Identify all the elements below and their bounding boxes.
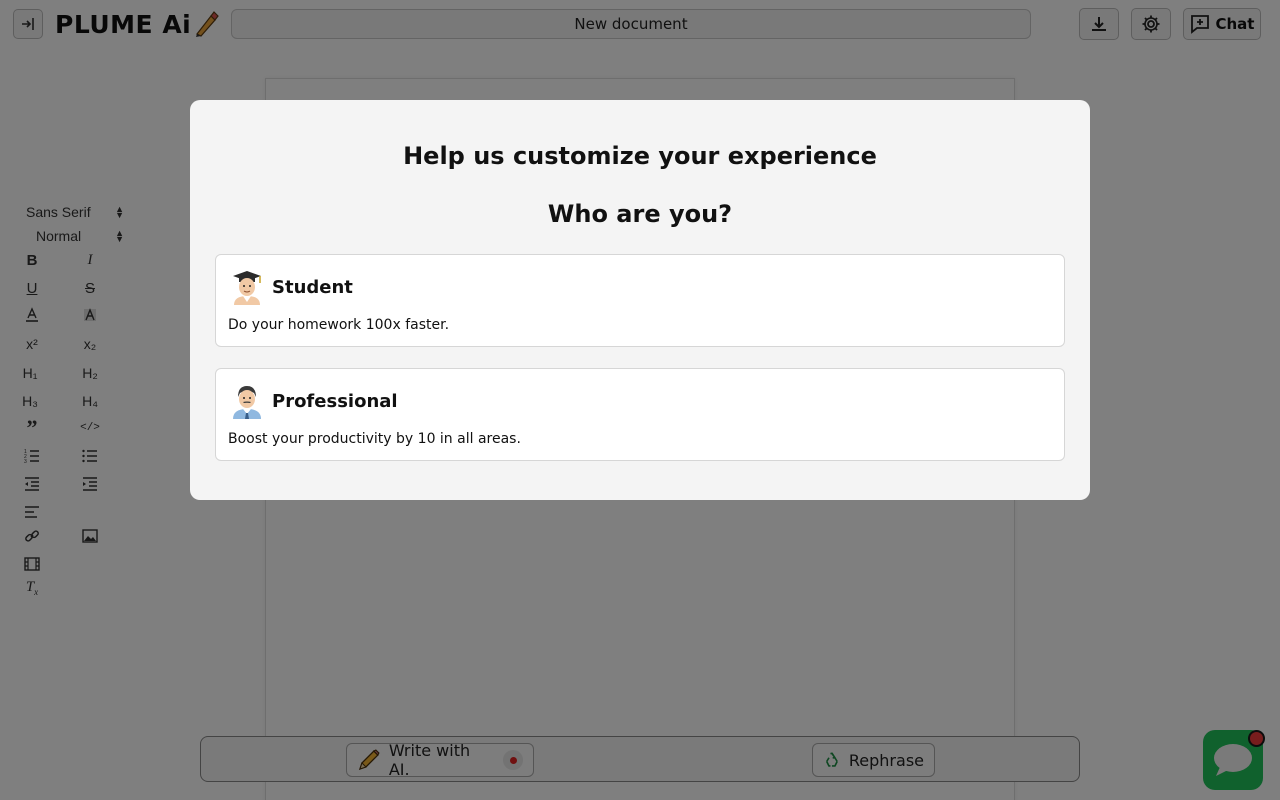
role-option-student[interactable]: Student Do your homework 100x faster. xyxy=(215,254,1065,347)
onboarding-modal: Help us customize your experience Who ar… xyxy=(190,100,1090,500)
role-name: Student xyxy=(272,276,353,298)
role-header: Professional xyxy=(230,383,398,419)
role-description: Do your homework 100x faster. xyxy=(228,317,450,333)
modal-title: Help us customize your experience xyxy=(403,142,877,170)
student-icon xyxy=(233,271,261,305)
role-header: Student xyxy=(230,269,353,305)
professional-icon xyxy=(233,386,261,419)
role-option-professional[interactable]: Professional Boost your productivity by … xyxy=(215,368,1065,461)
modal-subtitle: Who are you? xyxy=(547,200,733,228)
role-name: Professional xyxy=(272,390,398,412)
role-description: Boost your productivity by 10 in all are… xyxy=(228,431,521,447)
